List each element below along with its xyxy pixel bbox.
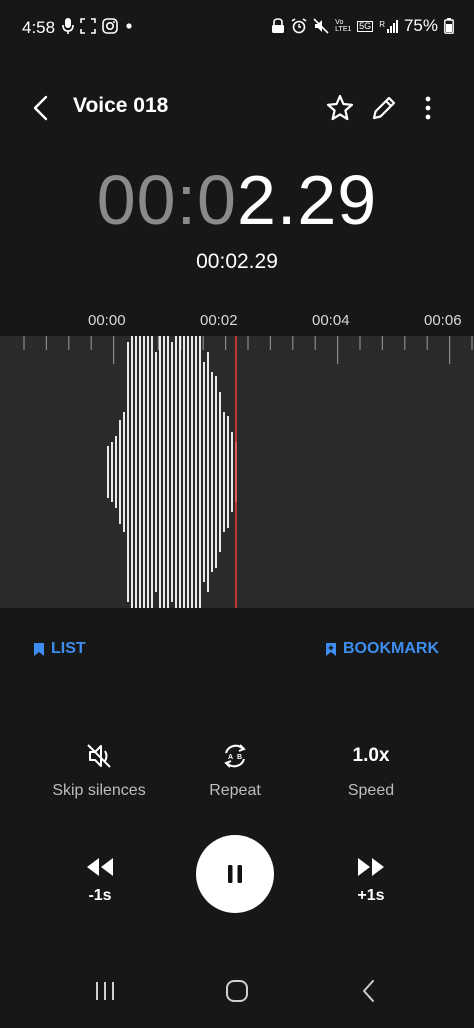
speed-value: 1.0x [352,745,390,766]
list-button[interactable]: LIST [33,640,86,658]
mic-icon [62,18,74,34]
battery-icon [444,18,454,34]
app-header: Voice 018 [0,80,474,136]
battery-percent: 75% [403,16,438,35]
vpn-icon [272,18,285,33]
status-left-icons [62,18,134,34]
list-label: LIST [51,640,86,657]
forward-label: +1s [357,887,385,904]
bookmark-icon [34,642,44,656]
skip-silences-toggle[interactable]: Skip silences [34,740,164,800]
pause-icon [228,865,242,883]
elapsed-time-large: 00:02.29 [0,160,474,240]
roaming-label: R [379,19,385,29]
waveform [23,336,473,608]
rewind-icon [87,858,113,876]
timeline-ruler: 00:00 00:02 00:04 00:06 [0,312,474,336]
skip-silences-label: Skip silences [52,782,146,799]
pencil-icon [372,96,396,120]
bookmark-button[interactable]: BOOKMARK [325,640,439,658]
volte-label: Vo LTE1 [335,19,352,33]
repeat-toggle[interactable]: A B Repeat [170,740,300,800]
signal-icon: R [379,19,398,33]
screen-capture-icon [80,18,96,34]
star-icon [326,94,354,121]
back-button[interactable] [26,92,58,124]
forward-button[interactable]: +1s [341,856,401,905]
ruler-label: 00:04 [312,312,350,329]
more-options-button[interactable] [414,92,442,124]
volte-icon: Vo LTE1 [335,19,351,33]
status-right-icons: Vo LTE1 5G R 75% [271,16,454,36]
speed-control[interactable]: 1.0x Speed [306,740,436,800]
rewind-button[interactable]: -1s [70,856,130,905]
ruler-label: 00:00 [88,312,126,329]
status-time: 4:58 [22,18,56,37]
waveform-scrubber[interactable] [0,336,474,608]
mute-icon [313,18,329,34]
rename-button[interactable] [368,92,400,124]
chevron-left-icon [33,95,48,121]
recent-apps-icon [96,982,114,1000]
back-icon [363,980,374,1002]
bookmark-add-icon [326,642,336,656]
repeat-letter-b: B [237,754,242,761]
bookmark-label: BOOKMARK [343,640,439,657]
ruler-label: 00:06 [424,312,462,329]
speed-label: Speed [347,782,395,799]
repeat-ab-icon: A B [224,744,246,768]
dot-icon [126,23,132,29]
system-back-button[interactable] [356,978,382,1009]
5g-icon: 5G [357,20,374,32]
elapsed-time-dim: 00:0 [96,161,237,239]
status-bar: 4:58 Vo LTE1 5G R 75% [0,0,474,56]
repeat-label: Repeat [209,782,261,799]
more-vertical-icon [425,96,431,120]
recording-title: Voice 018 [73,94,169,117]
network-label: 5G [357,20,374,32]
elapsed-time-bright: 2.29 [237,161,378,239]
skip-silences-icon [87,744,111,768]
alarm-icon [291,18,307,34]
fast-forward-icon [358,858,384,876]
recent-apps-button[interactable] [92,978,118,1009]
rewind-label: -1s [88,887,112,904]
system-nav-bar [0,966,474,1016]
elapsed-time-small: 00:02.29 [196,250,278,273]
pause-button[interactable] [196,835,274,913]
home-button[interactable] [224,978,250,1009]
repeat-letter-a: A [228,754,233,761]
instagram-icon [102,18,118,34]
favorite-button[interactable] [324,92,356,124]
ruler-label: 00:02 [200,312,238,329]
home-icon [226,980,248,1002]
